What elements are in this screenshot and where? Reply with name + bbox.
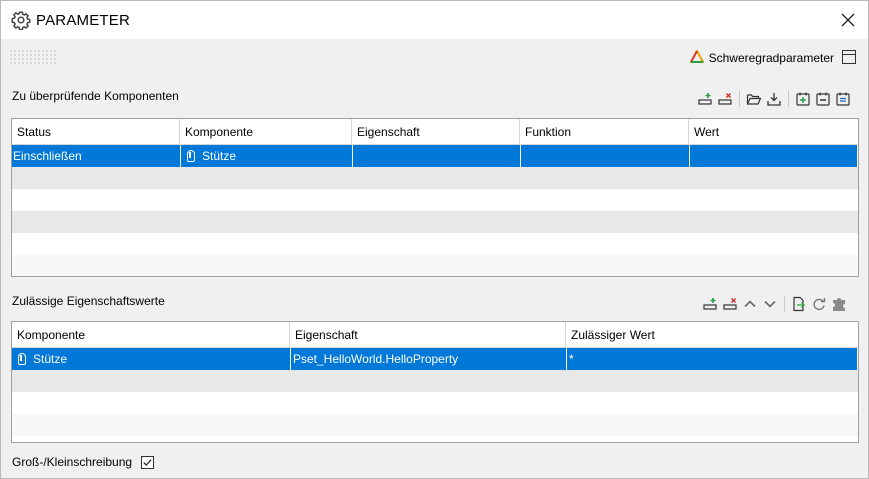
empty-row xyxy=(12,189,858,211)
toolbar-separator xyxy=(739,91,740,107)
empty-row xyxy=(12,167,858,189)
components-section-label: Zu überprüfende Komponenten xyxy=(12,89,179,103)
remove-item-icon[interactable] xyxy=(813,89,833,109)
komponente-cell[interactable]: Stütze xyxy=(12,348,291,370)
values-toolbar xyxy=(700,294,849,314)
table-row[interactable]: Einschließen Stütze xyxy=(12,145,858,167)
severity-parameter-label: Schweregradparameter xyxy=(708,51,834,65)
komponente-cell[interactable]: Stütze xyxy=(181,145,353,167)
column-component-icon xyxy=(187,150,195,162)
case-sensitive-option: Groß-/Kleinschreibung xyxy=(12,455,155,469)
column-header-wert[interactable]: Wert xyxy=(689,119,858,144)
severity-parameter-button[interactable]: Schweregradparameter xyxy=(688,48,834,66)
title-bar: PARAMETER xyxy=(1,1,868,39)
status-cell[interactable]: Einschließen xyxy=(12,145,181,167)
gear-icon xyxy=(11,10,31,31)
components-toolbar xyxy=(695,89,853,109)
toolbar-separator xyxy=(784,296,785,312)
add-row-icon[interactable] xyxy=(695,89,715,109)
column-header-eigenschaft[interactable]: Eigenschaft xyxy=(290,322,566,347)
column-header-funktion[interactable]: Funktion xyxy=(520,119,689,144)
column-header-eigenschaft[interactable]: Eigenschaft xyxy=(352,119,520,144)
column-header-komponente[interactable]: Komponente xyxy=(180,119,352,144)
table-row[interactable]: Stütze Pset_HelloWorld.HelloProperty * xyxy=(12,348,858,370)
empty-row xyxy=(12,233,858,255)
parameter-dialog: PARAMETER Schweregradparameter Zu überpr… xyxy=(0,0,869,479)
window-title: PARAMETER xyxy=(36,12,131,29)
wert-cell[interactable] xyxy=(690,145,858,167)
case-sensitive-label: Groß-/Kleinschreibung xyxy=(12,455,133,469)
empty-row xyxy=(12,255,858,276)
column-header-status[interactable]: Status xyxy=(12,119,180,144)
puzzle-icon[interactable] xyxy=(829,294,849,314)
empty-row xyxy=(12,370,858,392)
remove-row-icon[interactable] xyxy=(715,89,735,109)
eigenschaft-cell[interactable] xyxy=(353,145,521,167)
add-row-icon[interactable] xyxy=(700,294,720,314)
drag-grip-handle[interactable] xyxy=(9,49,57,65)
empty-row xyxy=(12,414,858,436)
funktion-cell[interactable] xyxy=(521,145,690,167)
open-folder-icon[interactable] xyxy=(744,89,764,109)
column-header-komponente[interactable]: Komponente xyxy=(12,322,290,347)
download-icon[interactable] xyxy=(764,89,784,109)
export-icon[interactable] xyxy=(789,294,809,314)
list-item-icon[interactable] xyxy=(833,89,853,109)
komponente-value: Stütze xyxy=(202,149,237,163)
refresh-icon[interactable] xyxy=(809,294,829,314)
toolbar-separator xyxy=(788,91,789,107)
move-up-icon[interactable] xyxy=(740,294,760,314)
empty-row xyxy=(12,392,858,414)
case-sensitive-checkbox[interactable] xyxy=(141,455,155,469)
eigenschaft-cell[interactable]: Pset_HelloWorld.HelloProperty xyxy=(291,348,567,370)
values-section-label: Zulässige Eigenschaftswerte xyxy=(12,294,165,308)
values-grid-header: Komponente Eigenschaft Zulässiger Wert xyxy=(12,322,858,348)
add-item-icon[interactable] xyxy=(793,89,813,109)
components-grid: Status Komponente Eigenschaft Funktion W… xyxy=(11,118,859,277)
panel-toggle-icon[interactable] xyxy=(842,50,856,64)
close-icon[interactable] xyxy=(838,10,858,30)
move-down-icon[interactable] xyxy=(760,294,780,314)
components-grid-header: Status Komponente Eigenschaft Funktion W… xyxy=(12,119,858,145)
column-header-zulaessiger-wert[interactable]: Zulässiger Wert xyxy=(566,322,858,347)
komponente-value: Stütze xyxy=(33,352,68,366)
empty-row xyxy=(12,211,858,233)
column-component-icon xyxy=(18,353,26,365)
remove-row-icon[interactable] xyxy=(720,294,740,314)
warning-triangle-icon xyxy=(688,48,705,66)
values-grid: Komponente Eigenschaft Zulässiger Wert S… xyxy=(11,321,859,443)
zulaessiger-wert-cell[interactable]: * xyxy=(567,348,858,370)
